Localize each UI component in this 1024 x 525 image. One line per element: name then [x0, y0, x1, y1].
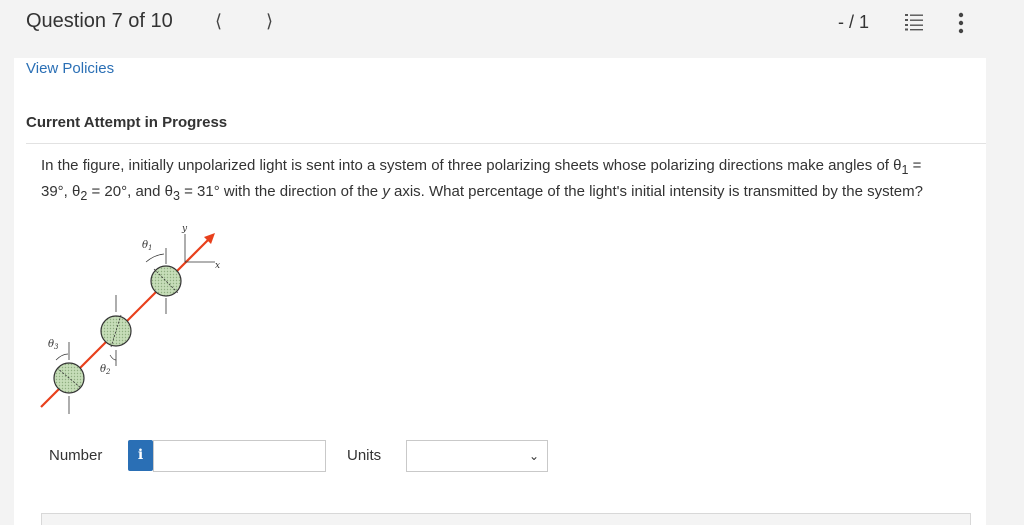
axis-y-label: y: [181, 224, 188, 234]
polarizer-figure: y x θ1 θ2 θ3: [40, 224, 220, 414]
number-input[interactable]: [153, 440, 326, 472]
top-bar: Question 7 of 10 ⟨ ⟩ - / 1: [0, 0, 1024, 48]
theta1-label: θ1: [142, 240, 153, 252]
chevron-left-icon[interactable]: ⟨: [215, 11, 222, 32]
feedback-box: [41, 513, 971, 525]
units-select[interactable]: ⌄: [406, 440, 548, 472]
chevron-down-icon: ⌄: [528, 449, 539, 463]
question-text: In the figure, initially unpolarized lig…: [41, 157, 923, 203]
view-policies-link[interactable]: View Policies: [26, 60, 114, 77]
chevron-right-icon[interactable]: ⟩: [266, 11, 273, 32]
more-vertical-icon[interactable]: [955, 11, 967, 35]
divider: [26, 143, 986, 144]
units-label: Units: [347, 447, 382, 464]
attempt-heading: Current Attempt in Progress: [26, 114, 228, 131]
axis-x-label: x: [215, 261, 220, 271]
info-icon[interactable]: i: [128, 440, 153, 471]
polarizer-sheet-2: [100, 315, 132, 347]
score-display: - / 1: [838, 12, 870, 32]
question-counter: Question 7 of 10: [26, 10, 173, 32]
theta3-label: θ3: [48, 339, 59, 351]
number-label: Number: [49, 447, 103, 464]
list-icon[interactable]: [904, 12, 924, 32]
theta2-label: θ2: [100, 364, 111, 376]
